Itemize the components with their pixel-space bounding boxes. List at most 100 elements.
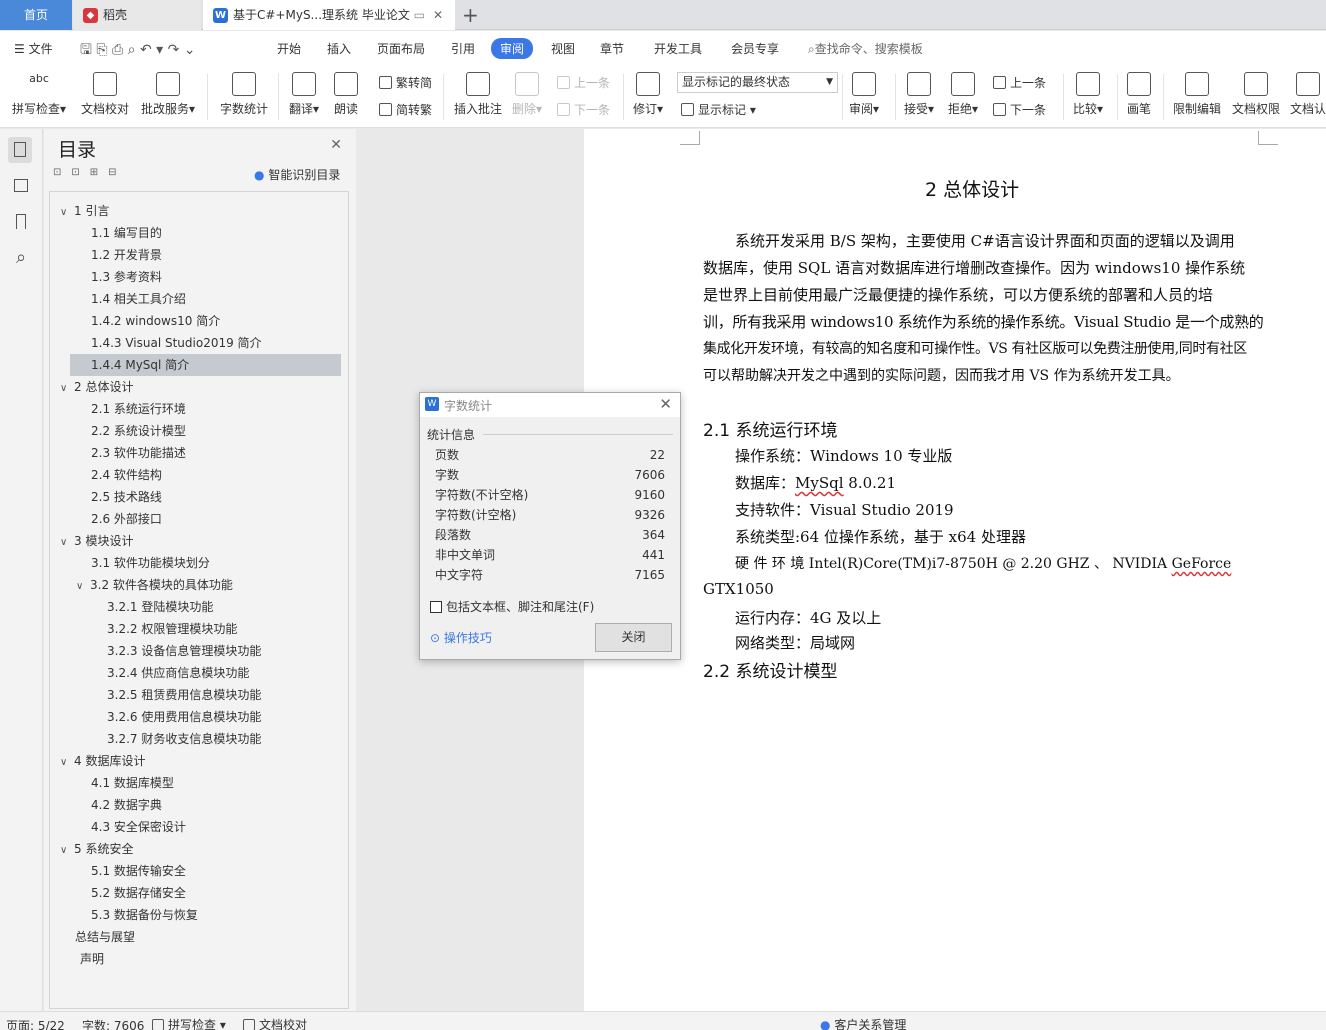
spell-check-button[interactable]: abc 拼写检查▾ [12,72,66,117]
toc-item[interactable]: 3.2.4 供应商信息模块功能 [107,662,249,684]
menu-developer[interactable]: 开发工具 [654,40,702,57]
toc-item[interactable]: 4.3 安全保密设计 [91,816,186,838]
menu-layout[interactable]: 页面布局 [377,40,425,57]
chevron-down-icon[interactable]: ∨ [60,378,70,400]
menu-chapter[interactable]: 章节 [600,40,624,57]
file-menu[interactable]: ☰ 文件 [14,40,53,57]
review-pane-button[interactable]: 审阅▾ [849,72,879,117]
page-indicator[interactable]: 页面: 5/22 [6,1017,65,1030]
toc-item[interactable]: 1.2 开发背景 [91,244,162,266]
window-icon[interactable]: ▭ [414,0,425,30]
new-tab-button[interactable]: + [462,0,482,30]
include-notes-checkbox[interactable]: 包括文本框、脚注和尾注(F) [430,598,594,615]
chevron-down-icon[interactable]: ∨ [60,840,70,862]
markup-state-select[interactable]: 显示标记的最终状态 ▼ [677,72,838,93]
toc-item[interactable]: 3.2.5 租赁费用信息模块功能 [107,684,261,706]
menu-insert[interactable]: 插入 [327,40,351,57]
toc-item[interactable]: 3.2.1 登陆模块功能 [107,596,213,618]
toc-panel-icon[interactable] [8,137,32,163]
menu-start[interactable]: 开始 [277,40,301,57]
track-changes-button[interactable]: 修订▾ [633,72,663,117]
close-button[interactable]: 关闭 [595,623,672,652]
toc-item[interactable]: 4.2 数据字典 [91,794,162,816]
toc-item[interactable]: 声明 [80,948,104,970]
document-page[interactable]: 2 总体设计 系统开发采用 B/S 架构，主要使用 C#语言设计界面和页面的逻辑… [584,129,1326,1011]
toc-item[interactable]: 1.4 相关工具介绍 [91,288,186,310]
read-aloud-button[interactable]: 朗读 [334,72,358,117]
chevron-down-icon[interactable]: ∨ [60,202,70,224]
toc-item[interactable]: 5.2 数据存储安全 [91,882,186,904]
word-count-indicator[interactable]: 字数: 7606 [82,1017,144,1030]
menu-review[interactable]: 审阅 [491,38,534,59]
dialog-titlebar[interactable]: W 字数统计 ✕ [420,393,680,417]
pen-button[interactable]: 画笔 [1127,72,1151,117]
simp-to-trad-button[interactable]: 简转繁 [379,101,432,118]
word-count-button[interactable]: 字数统计 [220,72,268,117]
translate-button[interactable]: 翻译▾ [289,72,319,117]
toc-item[interactable]: ∨ 5 系统安全 [60,838,133,860]
tab-daoke[interactable]: ◆ 稻壳 [73,0,201,30]
restrict-edit-button[interactable]: 限制编辑 [1173,72,1221,117]
toc-item[interactable]: 总结与展望 [75,926,135,948]
smart-toc-button[interactable]: ● 智能识别目录 [254,166,340,183]
toc-item[interactable]: 3.2.7 财务收支信息模块功能 [107,728,261,750]
menu-reference[interactable]: 引用 [451,40,475,57]
menu-member[interactable]: 会员专享 [731,40,779,57]
compare-button[interactable]: 比较▾ [1073,72,1103,117]
toc-item[interactable]: 1.1 编写目的 [91,222,162,244]
toc-item[interactable]: 1.3 参考资料 [91,266,162,288]
toc-item[interactable]: 2.1 系统运行环境 [91,398,186,420]
toc-item[interactable]: ∨ 1 引言 [60,200,109,222]
close-tab-icon[interactable]: ✕ [433,0,443,30]
toc-item[interactable]: 2.2 系统设计模型 [91,420,186,442]
toc-item[interactable]: 1.4.3 Visual Studio2019 简介 [91,332,262,354]
tab-document[interactable]: W 基于C#+MyS...理系统 毕业论文 ▭ ✕ [203,0,455,30]
tab-home[interactable]: 首页 [0,0,72,30]
menu-view[interactable]: 视图 [551,40,575,57]
toc-item[interactable]: ∨ 2 总体设计 [60,376,133,398]
tips-link[interactable]: ⊙ 操作技巧 [430,629,492,646]
dialog-close-icon[interactable]: ✕ [659,395,672,413]
next-change-button[interactable]: 下一条 [993,101,1046,118]
crm-button[interactable]: ● 客户关系管理 [820,1016,906,1030]
accept-button[interactable]: 接受▾ [904,72,934,117]
toc-item[interactable]: 4.1 数据库模型 [91,772,174,794]
spell-check-status[interactable]: 拼写检查 ▾ [152,1016,226,1030]
toc-item[interactable]: 2.3 软件功能描述 [91,442,186,464]
toc-item[interactable]: ∨ 3.2 软件各模块的具体功能 [76,574,233,596]
toc-item[interactable]: 1.4.2 windows10 简介 [91,310,220,332]
chevron-down-icon[interactable]: ∨ [60,532,70,554]
prev-change-button[interactable]: 上一条 [993,74,1046,91]
toc-item[interactable]: 5.3 数据备份与恢复 [91,904,198,926]
toc-item[interactable]: 3.1 软件功能模块划分 [91,552,210,574]
annotate-service-button[interactable]: 批改服务▾ [141,72,195,117]
toc-item[interactable]: 3.2.3 设备信息管理模块功能 [107,640,261,662]
next-comment-button[interactable]: 下一条 [557,101,610,118]
trad-to-simp-button[interactable]: 繁转简 [379,74,432,91]
chevron-down-icon[interactable]: ∨ [76,576,86,598]
delete-comment-button[interactable]: 删除▾ [512,72,542,117]
toc-item[interactable]: 3.2.2 权限管理模块功能 [107,618,237,640]
doc-permission-button[interactable]: 文档权限 [1232,72,1280,117]
toc-item[interactable]: 1.4.4 MySql 简介 [70,354,341,376]
quick-access-toolbar[interactable]: 🖫 ⎘ ⎙ ⌕ ↶ ▾ ↷ ⌄ [80,39,196,63]
toc-item[interactable]: 2.5 技术路线 [91,486,162,508]
prev-comment-button[interactable]: 上一条 [557,74,610,91]
bookmark-icon[interactable] [10,211,32,233]
doc-proof-button[interactable]: 文档校对 [81,72,129,117]
search-icon[interactable]: ⌕ [10,247,32,269]
chevron-down-icon[interactable]: ∨ [60,752,70,774]
outline-icon[interactable] [10,175,32,197]
close-icon[interactable]: ✕ [330,137,342,153]
toc-item[interactable]: ∨ 3 模块设计 [60,530,133,552]
toc-expand-controls[interactable]: ⊡⊡⊞⊟ [53,167,127,178]
doc-proof-status[interactable]: 文档校对 [243,1016,307,1030]
toc-item[interactable]: 2.4 软件结构 [91,464,162,486]
command-search[interactable]: ⌕查找命令、搜索模板 [808,40,923,57]
toc-item[interactable]: ∨ 4 数据库设计 [60,750,145,772]
insert-comment-button[interactable]: 插入批注 [454,72,502,117]
toc-item[interactable]: 5.1 数据传输安全 [91,860,186,882]
toc-item[interactable]: 2.6 外部接口 [91,508,162,530]
show-markup-button[interactable]: 显示标记 ▾ [681,101,756,118]
doc-certify-button[interactable]: 文档认 [1290,72,1326,117]
